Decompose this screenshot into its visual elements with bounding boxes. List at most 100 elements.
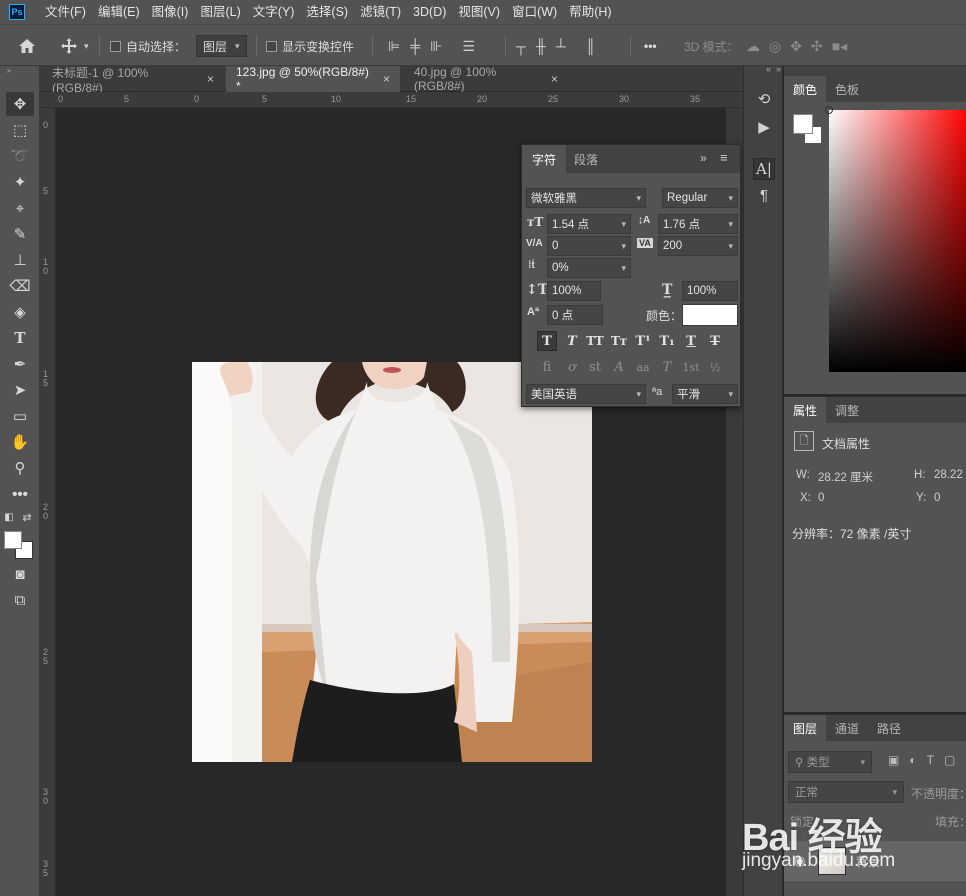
tab-layers[interactable]: 图层	[784, 715, 827, 741]
close-icon[interactable]: ×	[383, 72, 390, 86]
zoom-tool-icon[interactable]: ⚲	[6, 456, 34, 480]
tracking-field[interactable]: 200 ▾	[658, 236, 738, 256]
expand-arrows-icon[interactable]: »	[776, 64, 781, 74]
collapse-arrows-icon[interactable]: »	[4, 66, 14, 75]
small-caps-button[interactable]: Tт	[609, 331, 629, 351]
x-value[interactable]: 0	[818, 492, 824, 504]
text-color-swatch[interactable]	[682, 304, 738, 326]
document-image[interactable]	[192, 362, 592, 762]
collapse-arrows-icon[interactable]: «	[766, 64, 771, 74]
quick-mask-icon[interactable]: ◙	[6, 562, 34, 586]
tab-adjustments[interactable]: 调整	[826, 397, 868, 423]
tab-swatches[interactable]: 色板	[826, 76, 868, 102]
font-family-select[interactable]: 微软雅黑 ▾	[526, 188, 646, 208]
swash-button[interactable]: A	[609, 357, 629, 377]
paragraph-panel-icon[interactable]: ¶	[753, 184, 775, 206]
distribute-v-icon[interactable]: ║	[586, 38, 596, 54]
kerning-field[interactable]: 0 ▾	[547, 236, 631, 256]
vertical-scale-field[interactable]: 100%	[547, 281, 601, 301]
close-icon[interactable]: ×	[551, 72, 558, 86]
tab-channels[interactable]: 通道	[826, 715, 868, 741]
shape-filter-icon[interactable]: ▢	[944, 753, 955, 767]
menu-help[interactable]: 帮助(H)	[563, 0, 617, 24]
menu-type[interactable]: 文字(Y)	[247, 0, 301, 24]
foreground-color-swatch[interactable]	[793, 114, 813, 134]
align-left-icon[interactable]: ⊫	[388, 38, 400, 55]
3d-orbit-icon[interactable]: ☁	[746, 38, 760, 55]
tab-40-jpg[interactable]: 40.jpg @ 100%(RGB/8#) ×	[404, 65, 568, 93]
paint-bucket-tool-icon[interactable]: ◈	[6, 300, 34, 324]
font-style-select[interactable]: Regular ▾	[662, 188, 738, 208]
3d-pan-icon[interactable]: ✥	[790, 38, 802, 55]
faux-italic-button[interactable]: T	[562, 331, 582, 351]
more-tools-icon[interactable]: •••	[6, 482, 34, 506]
collapse-panel-icon[interactable]: »	[700, 151, 707, 165]
menu-image[interactable]: 图像(I)	[146, 0, 195, 24]
show-transform-checkbox[interactable]	[266, 40, 277, 52]
width-value[interactable]: 28.22 厘米	[818, 469, 873, 485]
fractions-button[interactable]: ½	[705, 357, 725, 377]
stamp-tool-icon[interactable]: ⊥	[6, 248, 34, 272]
tab-properties[interactable]: 属性	[784, 397, 827, 423]
default-colors-icon[interactable]: ◧	[2, 510, 16, 524]
y-value[interactable]: 0	[934, 492, 940, 504]
history-icon[interactable]: ⟲	[753, 88, 775, 110]
swap-colors-icon[interactable]: ⇄	[20, 510, 34, 524]
align-top-icon[interactable]: ┬	[516, 38, 526, 54]
adjustment-filter-icon[interactable]: ◐	[909, 753, 916, 767]
hand-tool-icon[interactable]: ✋	[6, 430, 34, 454]
menu-file[interactable]: 文件(F)	[39, 0, 92, 24]
close-icon[interactable]: ×	[207, 72, 214, 86]
height-value[interactable]: 28.22	[934, 469, 963, 481]
align-vcenter-icon[interactable]: ╫	[536, 38, 546, 54]
underline-button[interactable]: T	[681, 331, 701, 351]
rectangle-tool-icon[interactable]: ▭	[6, 404, 34, 428]
actions-play-icon[interactable]: ▶	[753, 116, 775, 138]
baseline-shift-field[interactable]: 0 点	[547, 305, 603, 325]
ordinals-button[interactable]: 1st	[681, 357, 701, 377]
type-filter-icon[interactable]: T	[927, 753, 934, 767]
type-tool-icon[interactable]: T	[6, 326, 34, 350]
screen-mode-icon[interactable]: ⧉	[6, 588, 34, 612]
path-selection-tool-icon[interactable]: ➤	[6, 378, 34, 402]
magic-wand-tool-icon[interactable]: ✦	[6, 170, 34, 194]
align-right-icon[interactable]: ⊪	[430, 38, 442, 55]
language-select[interactable]: 美国英语 ▾	[526, 384, 646, 404]
layer-kind-filter[interactable]: ⚲ 类型 ▾	[788, 751, 872, 773]
tab-color[interactable]: 颜色	[784, 76, 827, 102]
auto-select-checkbox[interactable]	[110, 40, 121, 52]
lasso-tool-icon[interactable]: ➰	[6, 144, 34, 168]
align-bottom-icon[interactable]: ┴	[556, 38, 566, 54]
tab-character[interactable]: 字符	[522, 145, 567, 173]
horizontal-ruler[interactable]: 0 5 0 5 10 15 20 25 30 35	[40, 92, 743, 108]
vertical-ruler[interactable]: 0 5 1 0 1 5 2 0 2 5 3 0 3 5	[40, 108, 56, 896]
tab-paths[interactable]: 路径	[868, 715, 910, 741]
menu-view[interactable]: 视图(V)	[452, 0, 506, 24]
menu-filter[interactable]: 滤镜(T)	[354, 0, 407, 24]
3d-slide-icon[interactable]: ✣	[811, 38, 823, 55]
tab-123-jpg[interactable]: 123.jpg @ 50%(RGB/8#) * ×	[226, 65, 400, 93]
subscript-button[interactable]: T₁	[657, 331, 677, 351]
eyedropper-tool-icon[interactable]: ⌖	[6, 196, 34, 220]
3d-roll-icon[interactable]: ◎	[769, 38, 781, 55]
color-picker-field[interactable]	[825, 106, 966, 372]
stylistic-alternates-button[interactable]: aa	[633, 357, 653, 377]
3d-scale-icon[interactable]: ■◂	[832, 38, 847, 55]
eraser-tool-icon[interactable]: ⌫	[6, 274, 34, 298]
horizontal-scale-field[interactable]: 100%	[682, 281, 738, 301]
menu-select[interactable]: 选择(S)	[300, 0, 354, 24]
pixel-filter-icon[interactable]: ▣	[888, 753, 899, 767]
menu-layer[interactable]: 图层(L)	[194, 0, 246, 24]
marquee-tool-icon[interactable]: ⬚	[6, 118, 34, 142]
superscript-button[interactable]: T¹	[633, 331, 653, 351]
discretionary-ligatures-button[interactable]: st	[585, 357, 605, 377]
faux-bold-button[interactable]: T	[537, 331, 557, 351]
home-icon[interactable]	[18, 25, 36, 67]
foreground-color-front[interactable]	[4, 531, 22, 549]
move-tool-icon[interactable]: ✥	[6, 92, 34, 116]
font-size-field[interactable]: 1.54 点 ▾	[547, 214, 631, 234]
ligatures-button[interactable]: ﬁ	[537, 357, 557, 377]
character-panel-icon[interactable]: A|	[753, 158, 775, 180]
leading-field[interactable]: 1.76 点 ▾	[658, 214, 738, 234]
antialias-select[interactable]: 平滑 ▾	[672, 384, 738, 404]
